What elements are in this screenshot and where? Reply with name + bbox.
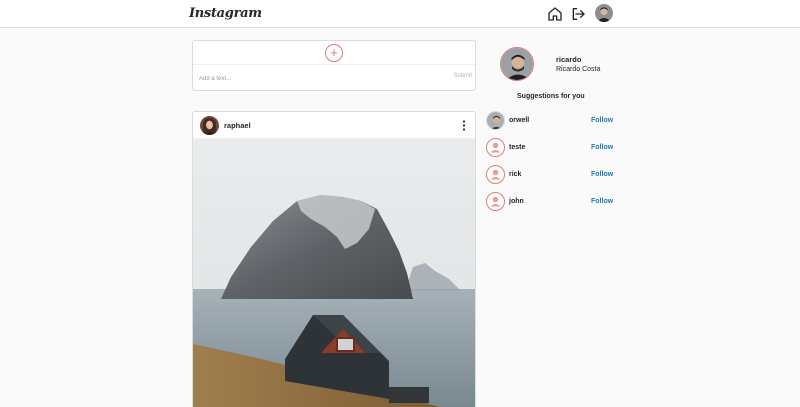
post-photo[interactable]: [193, 139, 476, 407]
nav-avatar[interactable]: [595, 4, 613, 22]
post-header: raphael: [193, 112, 475, 139]
follow-button[interactable]: Follow: [591, 117, 613, 124]
suggestion-item: rick Follow: [486, 165, 616, 185]
top-bar: Instagram: [0, 0, 800, 28]
suggestion-item: teste Follow: [486, 138, 616, 158]
add-image-button[interactable]: +: [325, 44, 343, 62]
suggestion-item: john Follow: [486, 192, 616, 212]
default-user-icon: [490, 142, 501, 153]
follow-button[interactable]: Follow: [591, 144, 613, 151]
post-author-username[interactable]: raphael: [224, 121, 251, 130]
profile-username[interactable]: ricardo: [556, 55, 581, 64]
composer-upload-area: +: [193, 41, 475, 65]
default-user-icon: [490, 196, 501, 207]
suggestion-avatar[interactable]: [486, 111, 505, 130]
logout-icon[interactable]: [570, 6, 586, 22]
suggestion-username[interactable]: teste: [509, 144, 525, 151]
plus-icon: +: [330, 45, 338, 60]
new-post-composer: + Submit: [192, 40, 476, 91]
more-vertical-icon[interactable]: [462, 120, 466, 131]
home-icon[interactable]: [547, 6, 563, 22]
add-text-input[interactable]: [199, 72, 429, 85]
follow-button[interactable]: Follow: [591, 198, 613, 205]
profile-full-name: Ricardo Costa: [556, 66, 601, 73]
composer-input-row: Submit: [193, 65, 475, 91]
suggestion-username[interactable]: rick: [509, 171, 521, 178]
post-author-avatar[interactable]: [200, 116, 219, 135]
follow-button[interactable]: Follow: [591, 171, 613, 178]
default-user-icon: [490, 169, 501, 180]
profile-avatar[interactable]: [500, 47, 534, 81]
suggestion-avatar[interactable]: [486, 138, 505, 157]
submit-button[interactable]: Submit: [453, 73, 472, 79]
suggestion-item: orwell Follow: [486, 111, 616, 131]
suggestions-title: Suggestions for you: [517, 93, 585, 100]
feed-post: raphael: [192, 111, 476, 407]
suggestion-username[interactable]: john: [509, 198, 524, 205]
suggestion-avatar[interactable]: [486, 165, 505, 184]
instagram-logo[interactable]: Instagram: [189, 6, 262, 21]
suggestion-avatar[interactable]: [486, 192, 505, 211]
suggestion-username[interactable]: orwell: [509, 117, 529, 124]
